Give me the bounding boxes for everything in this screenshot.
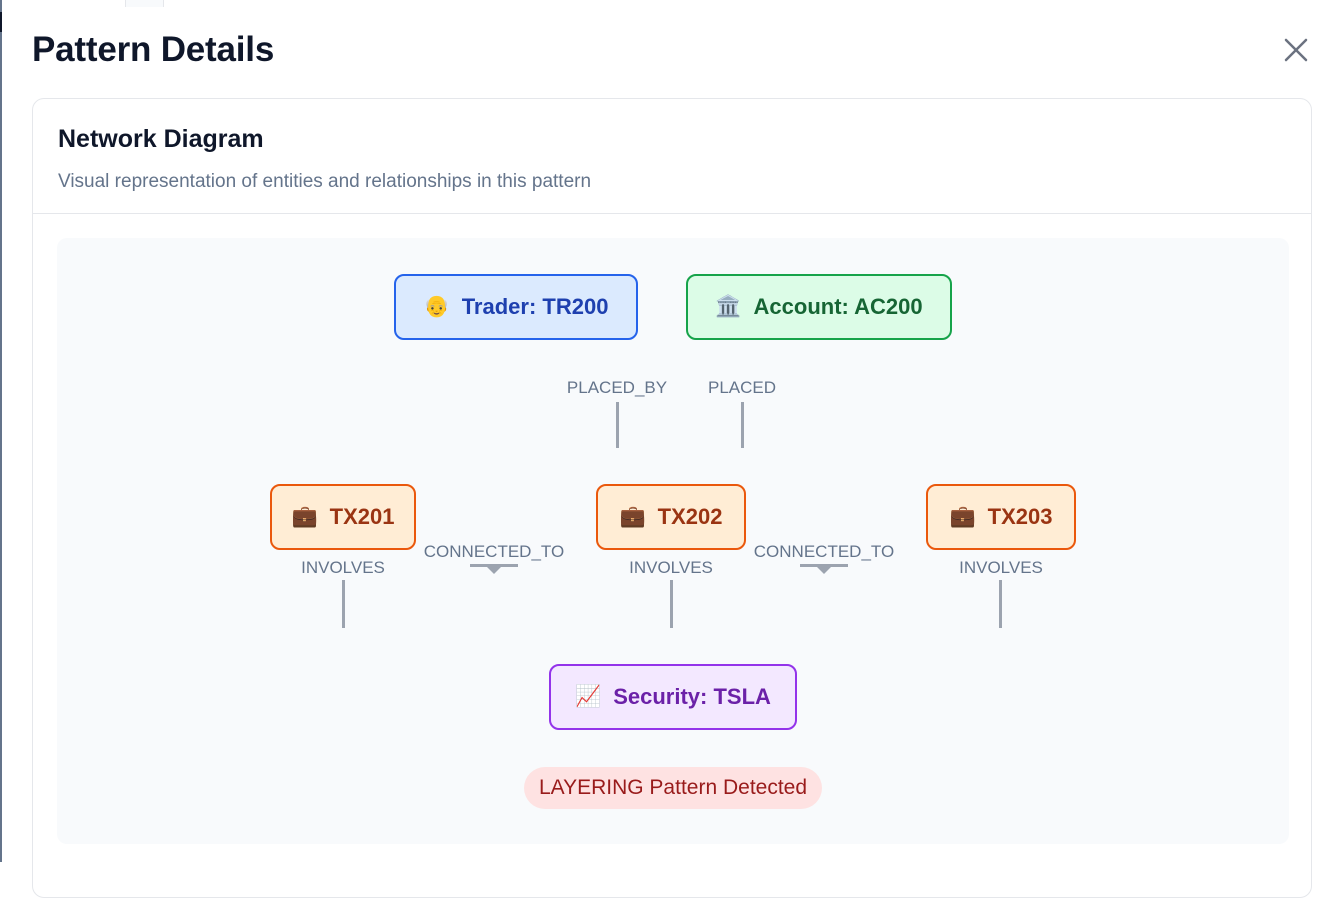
edge-line-placed: [741, 402, 744, 448]
window-left-marker: [0, 12, 2, 32]
background-tab-fragment: [125, 0, 164, 7]
edge-arrow-connected-to-2: [817, 567, 831, 574]
briefcase-icon: 💼: [291, 505, 318, 528]
node-security[interactable]: 📈 Security: TSLA: [549, 664, 797, 730]
edge-label-involves-1: INVOLVES: [301, 558, 385, 577]
edge-line-involves-1: [342, 580, 345, 628]
close-button[interactable]: [1278, 32, 1314, 68]
node-trader[interactable]: 👴 Trader: TR200: [394, 274, 638, 340]
window-left-border: [0, 0, 2, 862]
edge-label-involves-2: INVOLVES: [629, 558, 713, 577]
card-title: Network Diagram: [58, 125, 264, 153]
edge-line-placed-by: [616, 402, 619, 448]
edge-label-involves-3: INVOLVES: [959, 558, 1043, 577]
edge-line-involves-2: [670, 580, 673, 628]
node-tx201[interactable]: 💼 TX201: [270, 484, 416, 550]
chart-icon: 📈: [575, 685, 602, 708]
edge-arrow-connected-to-1: [487, 567, 501, 574]
node-account-label: Account: AC200: [753, 294, 923, 319]
edge-label-placed: PLACED: [707, 378, 777, 397]
briefcase-icon: 💼: [949, 505, 976, 528]
briefcase-icon: 💼: [619, 505, 646, 528]
node-tx201-label: TX201: [329, 504, 395, 529]
modal-title: Pattern Details: [32, 30, 275, 69]
card-header: Network Diagram Visual representation of…: [33, 99, 1311, 214]
edge-label-connected-to-1: CONNECTED_TO: [423, 542, 565, 561]
bank-icon: 🏛️: [715, 295, 742, 318]
node-trader-label: Trader: TR200: [461, 294, 609, 319]
pattern-detected-badge: LAYERING Pattern Detected: [524, 767, 822, 809]
close-icon: [1284, 38, 1308, 62]
edge-line-involves-3: [999, 580, 1002, 628]
node-account[interactable]: 🏛️ Account: AC200: [686, 274, 952, 340]
person-icon: 👴: [423, 295, 450, 318]
node-tx203-label: TX203: [987, 504, 1053, 529]
card-description: Visual representation of entities and re…: [58, 171, 592, 192]
node-security-label: Security: TSLA: [613, 684, 771, 709]
node-tx202-label: TX202: [657, 504, 723, 529]
edge-label-placed-by: PLACED_BY: [566, 378, 668, 397]
node-tx202[interactable]: 💼 TX202: [596, 484, 746, 550]
node-tx203[interactable]: 💼 TX203: [926, 484, 1076, 550]
edge-label-connected-to-2: CONNECTED_TO: [753, 542, 895, 561]
